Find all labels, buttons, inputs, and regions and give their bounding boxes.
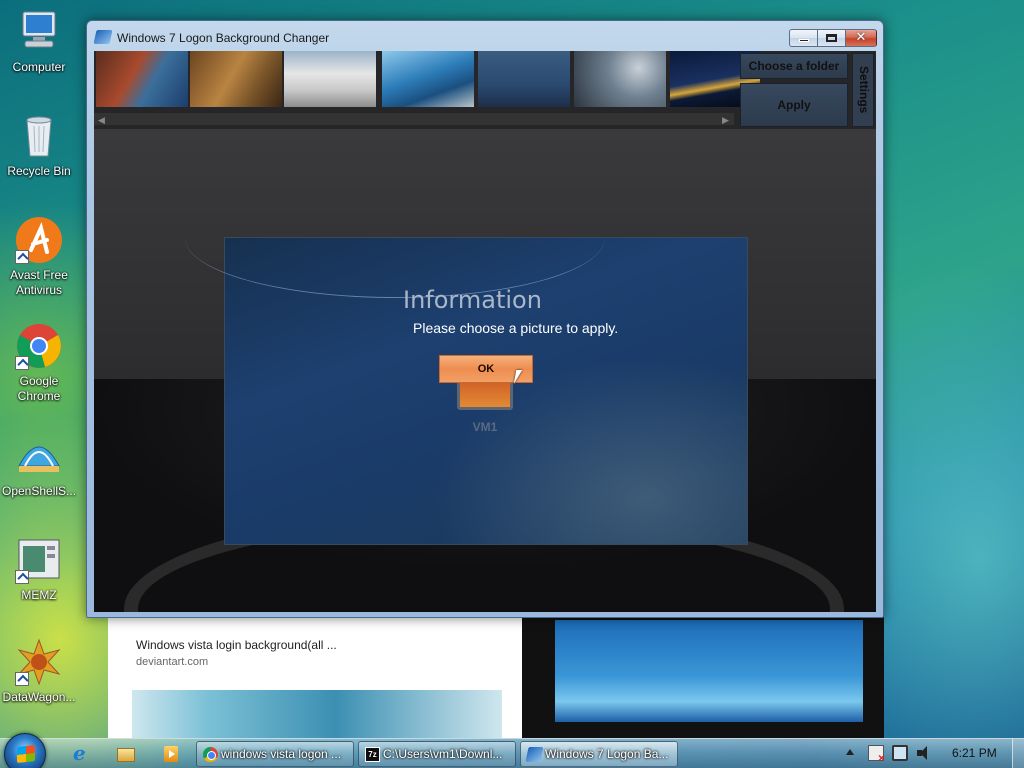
wallpaper-thumbnail[interactable] bbox=[382, 51, 474, 107]
wallpaper-thumbnail[interactable] bbox=[96, 51, 188, 107]
settings-tab[interactable]: Settings bbox=[852, 53, 874, 127]
taskbar-button-label: Windows 7 Logon Ba... bbox=[545, 747, 669, 761]
taskbar-button-7zip[interactable]: 7z C:\Users\vm1\Downl... bbox=[358, 741, 516, 767]
media-player-icon[interactable] bbox=[158, 744, 184, 764]
desktop-icon-memz[interactable]: MEMZ bbox=[2, 536, 76, 603]
desktop-icon-avast[interactable]: Avast Free Antivirus bbox=[2, 216, 76, 298]
preview-image[interactable] bbox=[555, 620, 863, 722]
image-preview-panel bbox=[522, 612, 884, 738]
shortcut-arrow-icon bbox=[15, 672, 29, 686]
wallpaper-thumbnail[interactable] bbox=[284, 51, 376, 107]
shortcut-arrow-icon bbox=[15, 250, 29, 264]
wallpaper-thumbnail[interactable] bbox=[190, 51, 282, 107]
7zip-icon: 7z bbox=[365, 747, 380, 762]
search-result-source: deviantart.com bbox=[136, 656, 209, 668]
datawagon-icon bbox=[15, 638, 63, 686]
internet-explorer-icon[interactable] bbox=[66, 741, 92, 765]
desktop-icon-label: DataWagon... bbox=[2, 690, 76, 704]
app-icon bbox=[93, 30, 113, 44]
logon-preview-stage: VM1 Information Please choose a picture … bbox=[94, 129, 876, 612]
thumbnail-scrollbar[interactable]: ◀ ▶ bbox=[94, 113, 734, 125]
dialog-message: Please choose a picture to apply. bbox=[413, 320, 619, 336]
chrome-icon bbox=[203, 747, 218, 762]
desktop-icon-google-chrome[interactable]: Google Chrome bbox=[2, 322, 76, 404]
search-result-image[interactable] bbox=[132, 690, 502, 738]
show-desktop-button[interactable] bbox=[1012, 739, 1024, 768]
start-button[interactable] bbox=[4, 733, 46, 768]
openshell-icon bbox=[15, 432, 63, 480]
minimize-icon bbox=[799, 39, 809, 42]
desktop-icon-datawagon[interactable]: DataWagon... bbox=[2, 638, 76, 705]
desktop-icon-label: Recycle Bin bbox=[7, 164, 71, 178]
logon-screen-preview: VM1 Information Please choose a picture … bbox=[185, 237, 748, 545]
search-result-title[interactable]: Windows vista login background(all ... bbox=[136, 638, 337, 652]
taskbar: windows vista logon ... 7z C:\Users\vm1\… bbox=[0, 733, 1024, 768]
taskbar-button-chrome[interactable]: windows vista logon ... bbox=[196, 741, 354, 767]
shortcut-arrow-icon bbox=[15, 356, 29, 370]
settings-tab-label: Settings bbox=[857, 66, 871, 114]
light-streak bbox=[185, 178, 605, 298]
wallpaper-thumbnail-strip: ◀ ▶ Choose a folder Apply Settings bbox=[94, 51, 876, 129]
taskbar-button-logon-changer[interactable]: Windows 7 Logon Ba... bbox=[520, 741, 678, 767]
recycle-bin-icon bbox=[15, 112, 63, 160]
taskbar-button-label: windows vista logon ... bbox=[221, 747, 342, 761]
scroll-right-icon[interactable]: ▶ bbox=[722, 115, 729, 126]
app-window: Windows 7 Logon Background Changer ✕ ◀ ▶… bbox=[86, 20, 884, 618]
show-hidden-icons-icon[interactable] bbox=[846, 749, 854, 755]
desktop-icon-label: Google Chrome bbox=[17, 374, 61, 403]
window-client-area: ◀ ▶ Choose a folder Apply Settings VM1 I… bbox=[94, 51, 876, 612]
maximize-icon bbox=[826, 34, 837, 42]
background-browser-window: Windows vista login background(all ... d… bbox=[108, 612, 884, 738]
scroll-left-icon[interactable]: ◀ bbox=[98, 115, 105, 126]
wallpaper-thumbnail[interactable] bbox=[478, 51, 570, 107]
avast-icon bbox=[15, 216, 63, 264]
dialog-title: Information bbox=[403, 286, 542, 314]
maximize-button[interactable] bbox=[817, 29, 845, 47]
desktop-icon-label: OpenShellS... bbox=[1, 484, 77, 498]
shortcut-arrow-icon bbox=[15, 570, 29, 584]
minimize-button[interactable] bbox=[789, 29, 817, 47]
desktop-icon-recycle-bin[interactable]: Recycle Bin bbox=[2, 112, 76, 179]
desktop-icon-label: Avast Free Antivirus bbox=[10, 268, 68, 297]
file-explorer-icon[interactable] bbox=[112, 744, 138, 764]
chrome-icon bbox=[15, 322, 63, 370]
action-center-icon[interactable] bbox=[868, 745, 885, 765]
desktop-icon-openshell[interactable]: OpenShellS... bbox=[2, 432, 76, 499]
close-button[interactable]: ✕ bbox=[845, 29, 877, 47]
window-title: Windows 7 Logon Background Changer bbox=[117, 31, 330, 45]
choose-folder-button[interactable]: Choose a folder bbox=[740, 53, 848, 79]
windows-logo-icon bbox=[17, 745, 35, 763]
computer-icon bbox=[15, 8, 63, 56]
desktop-icon-label: MEMZ bbox=[21, 588, 57, 602]
desktop-icon-computer[interactable]: Computer bbox=[2, 8, 76, 75]
wallpaper-thumbnail[interactable] bbox=[574, 51, 666, 107]
desktop-icon-label: Computer bbox=[12, 60, 66, 74]
user-name: VM1 bbox=[472, 420, 498, 434]
taskbar-button-label: C:\Users\vm1\Downl... bbox=[383, 747, 503, 761]
caption-buttons: ✕ bbox=[789, 29, 877, 47]
apply-button[interactable]: Apply bbox=[740, 83, 848, 127]
w7-logon-icon bbox=[525, 747, 544, 762]
close-icon: ✕ bbox=[855, 29, 867, 44]
memz-icon bbox=[15, 536, 63, 584]
taskbar-clock[interactable]: 6:21 PM bbox=[952, 746, 997, 760]
volume-icon[interactable] bbox=[916, 745, 932, 761]
network-icon[interactable] bbox=[892, 745, 908, 761]
title-bar[interactable]: Windows 7 Logon Background Changer ✕ bbox=[87, 21, 883, 51]
